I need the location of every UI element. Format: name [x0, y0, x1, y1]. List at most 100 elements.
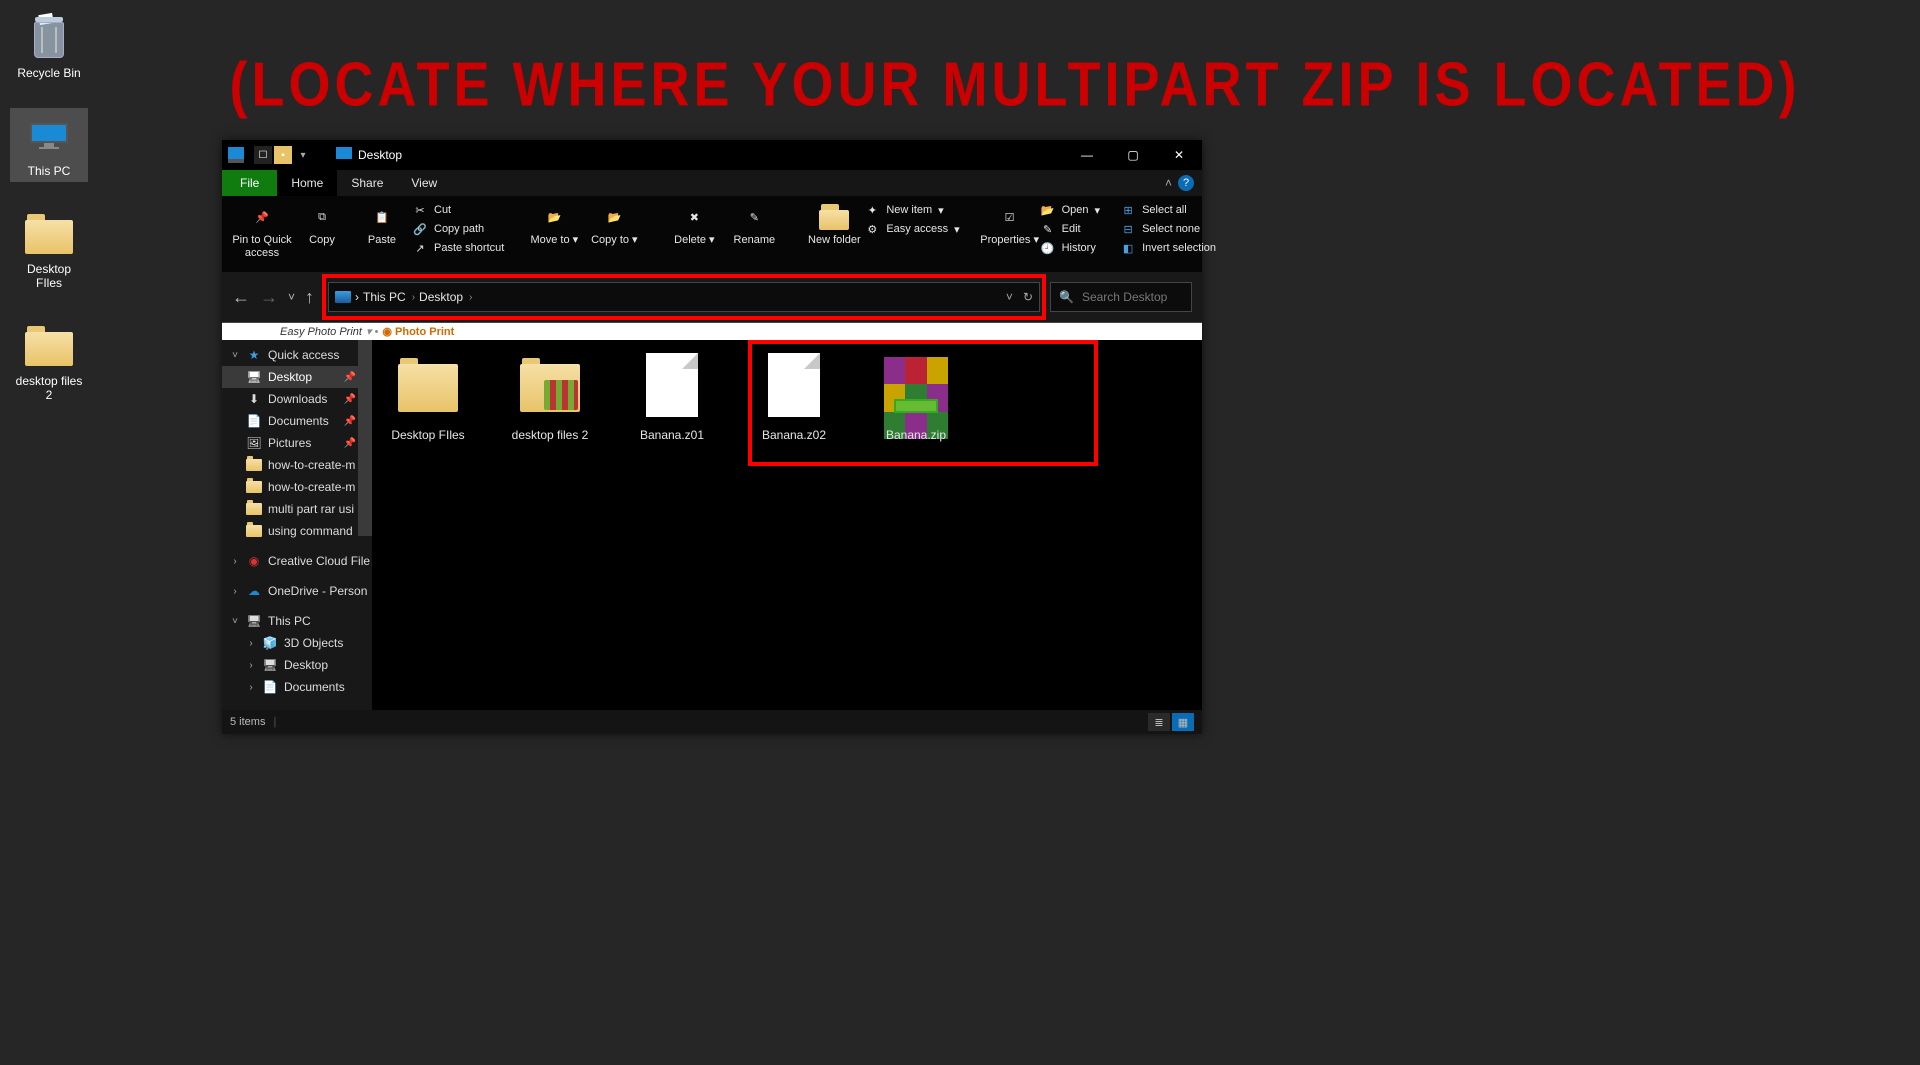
file-item-unknown[interactable]: Banana.z02	[748, 352, 840, 442]
qat-dropdown[interactable]: ▾	[294, 146, 312, 164]
help-button[interactable]: ?	[1178, 175, 1194, 191]
view-details-button[interactable]: ≣	[1148, 713, 1170, 731]
menubar: File Home Share View ˄ ?	[222, 170, 1202, 196]
forward-button[interactable]: →	[260, 287, 278, 308]
explorer-window: ☐ ▪ ▾ Desktop — ▢ ✕ File Home Share View…	[222, 140, 1202, 734]
download-icon: ⬇	[246, 392, 262, 406]
desktop-icon-this-pc[interactable]: This PC	[10, 108, 88, 182]
sidebar-item-folder[interactable]: how-to-create-m	[222, 454, 372, 476]
move-to-button[interactable]: 📂 Move to ▾	[524, 200, 584, 247]
navigation-sidebar[interactable]: ˅★Quick access 🖥Desktop📌 ⬇Downloads📌 📄Do…	[222, 340, 372, 710]
invert-selection-button[interactable]: ◧Invert selection	[1120, 240, 1216, 256]
tab-file[interactable]: File	[222, 170, 277, 196]
file-icon	[768, 353, 820, 417]
sidebar-item-desktop[interactable]: ›🖥Desktop	[222, 654, 372, 676]
sidebar-item-documents[interactable]: 📄Documents📌	[222, 410, 372, 432]
search-placeholder: Search Desktop	[1082, 290, 1167, 304]
sidebar-onedrive[interactable]: ›☁OneDrive - Person	[222, 580, 372, 602]
copy-path-button[interactable]: 🔗Copy path	[412, 221, 504, 237]
paste-button[interactable]: 📋 Paste	[352, 200, 412, 247]
titlebar[interactable]: ☐ ▪ ▾ Desktop — ▢ ✕	[222, 140, 1202, 170]
paste-shortcut-button[interactable]: ↗Paste shortcut	[412, 240, 504, 256]
invert-icon: ◧	[1120, 240, 1136, 256]
sidebar-item-3d-objects[interactable]: ›🧊3D Objects	[222, 632, 372, 654]
desktop-icon-folder[interactable]: Desktop FIles	[10, 206, 88, 294]
rar-icon: ​	[884, 357, 948, 413]
folder-icon	[336, 147, 352, 163]
recycle-bin-icon	[29, 16, 69, 60]
history-button[interactable]: 🕘History	[1040, 240, 1100, 256]
tab-home[interactable]: Home	[277, 170, 337, 196]
desktop-icon-recycle-bin[interactable]: Recycle Bin	[10, 10, 88, 84]
sidebar-item-folder[interactable]: how-to-create-m	[222, 476, 372, 498]
edit-button[interactable]: ✎Edit	[1040, 221, 1100, 237]
shortcut-icon: ↗	[412, 240, 428, 256]
file-item-zip[interactable]: ​ Banana.zip	[870, 352, 962, 442]
chevron-up-icon[interactable]: ˄	[1165, 176, 1172, 190]
address-dropdown[interactable]: ˅	[1006, 290, 1013, 304]
picture-icon: 🖼	[246, 436, 262, 450]
address-bar[interactable]: › This PC› Desktop› ˅ ↻	[328, 282, 1040, 312]
tab-view[interactable]: View	[397, 170, 451, 196]
select-none-button[interactable]: ⊟Select none	[1120, 221, 1216, 237]
epson-easy-photo-print[interactable]: Easy Photo Print	[280, 326, 362, 338]
star-icon: ★	[246, 348, 262, 362]
tab-share[interactable]: Share	[337, 170, 397, 196]
sidebar-item-desktop[interactable]: 🖥Desktop📌	[222, 366, 372, 388]
folder-icon	[246, 525, 262, 537]
search-input[interactable]: 🔍 Search Desktop	[1050, 282, 1192, 312]
view-large-icons-button[interactable]: ▦	[1172, 713, 1194, 731]
search-icon: 🔍	[1059, 290, 1074, 304]
recent-dropdown[interactable]: ˅	[288, 290, 295, 304]
qat-button[interactable]: ▪	[274, 146, 292, 164]
folder-icon	[520, 358, 580, 412]
ribbon: 📌 Pin to Quick access ⧉ Copy 📋 Paste ✂Cu…	[222, 196, 1202, 272]
sidebar-item-folder[interactable]: multi part rar usi	[222, 498, 372, 520]
open-button[interactable]: 📂Open ▾	[1040, 202, 1100, 218]
sidebar-this-pc[interactable]: ˅🖥This PC	[222, 610, 372, 632]
desktop-icons: Recycle Bin This PC Desktop FIles deskto…	[10, 10, 88, 406]
qat-button[interactable]: ☐	[254, 146, 272, 164]
breadcrumb-item[interactable]: Desktop›	[419, 290, 472, 304]
desktop-icon-folder[interactable]: desktop files 2	[10, 318, 88, 406]
delete-icon: ✖	[677, 202, 711, 232]
sidebar-item-documents[interactable]: ›📄Documents	[222, 676, 372, 698]
epson-toolbar[interactable]: Easy Photo Print ▾ • ◉ Photo Print	[222, 322, 1202, 340]
file-pane[interactable]: Desktop FIles desktop files 2 Banana.z01…	[372, 340, 1202, 710]
desktop-icon-label: This PC	[28, 164, 71, 178]
new-folder-button[interactable]: New folder	[804, 200, 864, 247]
rename-button[interactable]: ✎ Rename	[724, 200, 784, 247]
copy-icon: ⧉	[305, 202, 339, 232]
file-label: Banana.z02	[762, 428, 826, 442]
sidebar-item-pictures[interactable]: 🖼Pictures📌	[222, 432, 372, 454]
sidebar-item-downloads[interactable]: ⬇Downloads📌	[222, 388, 372, 410]
sidebar-quick-access[interactable]: ˅★Quick access	[222, 344, 372, 366]
delete-button[interactable]: ✖ Delete ▾	[664, 200, 724, 247]
doc-icon: 📄	[246, 414, 262, 428]
epson-photo-print[interactable]: ◉ Photo Print	[382, 325, 454, 338]
properties-button[interactable]: ☑ Properties ▾	[980, 200, 1040, 247]
pin-to-quick-access-button[interactable]: 📌 Pin to Quick access	[232, 200, 292, 260]
close-button[interactable]: ✕	[1156, 140, 1202, 170]
copyto-icon: 📂	[597, 202, 631, 232]
maximize-button[interactable]: ▢	[1110, 140, 1156, 170]
sidebar-item-folder[interactable]: using command	[222, 520, 372, 542]
minimize-button[interactable]: —	[1064, 140, 1110, 170]
up-button[interactable]: ↑	[305, 287, 314, 308]
back-button[interactable]: ←	[232, 287, 250, 308]
refresh-button[interactable]: ↻	[1023, 290, 1033, 304]
copy-to-button[interactable]: 📂 Copy to ▾	[584, 200, 644, 247]
copy-button[interactable]: ⧉ Copy	[292, 200, 352, 247]
scrollbar[interactable]	[358, 340, 372, 536]
cut-button[interactable]: ✂Cut	[412, 202, 504, 218]
pin-icon: 📌	[344, 438, 356, 449]
new-item-button[interactable]: ✦New item ▾	[864, 202, 959, 218]
select-all-button[interactable]: ⊞Select all	[1120, 202, 1216, 218]
file-item-folder[interactable]: desktop files 2	[504, 352, 596, 442]
desktop-icon-label: Recycle Bin	[17, 66, 80, 80]
file-item-folder[interactable]: Desktop FIles	[382, 352, 474, 442]
sidebar-creative-cloud[interactable]: ›◉Creative Cloud File	[222, 550, 372, 572]
file-item-unknown[interactable]: Banana.z01	[626, 352, 718, 442]
breadcrumb-item[interactable]: This PC›	[363, 290, 415, 304]
easy-access-button[interactable]: ⚙Easy access ▾	[864, 221, 959, 237]
